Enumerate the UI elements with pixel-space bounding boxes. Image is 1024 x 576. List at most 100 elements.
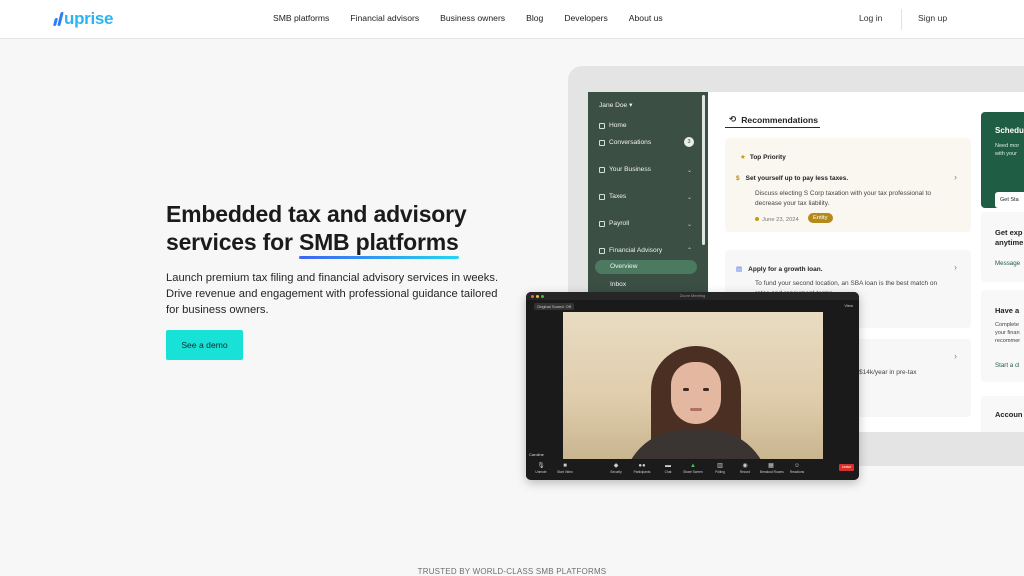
get-started-button: Get Sta (995, 192, 1024, 208)
login-link[interactable]: Log in (859, 13, 882, 23)
sidebar-item-label: Home (609, 122, 627, 129)
control-label: Unmute (535, 470, 547, 474)
user-menu: Jane Doe ▾ (599, 101, 632, 109)
hero-title-line2: services for SMB platforms (166, 228, 546, 259)
expert-link: Message (995, 260, 1021, 267)
hero-title-prefix: services for (166, 229, 299, 255)
chevron-right-icon: › (954, 172, 957, 182)
start-video-control: ■ Start Video (554, 462, 576, 475)
expert-title: Get exp anytime (995, 228, 1023, 248)
sidebar-scrollbar (702, 95, 705, 245)
camera-icon: ■ (563, 463, 567, 469)
sidebar-item-label: Payroll (609, 220, 630, 227)
participants-icon: ●● (638, 463, 646, 469)
control-label: Reactions (789, 470, 805, 474)
hero-title-highlight: SMB platforms (298, 229, 459, 259)
sidebar-item-label: Financial Advisory (609, 247, 663, 254)
original-sound-tag: Original Sound: Off (534, 303, 574, 310)
recommendation-card-taxes: ★ Top Priority $ Set yourself up to pay le… (725, 138, 971, 232)
breakout-rooms-control: ▦ Breakout Rooms (760, 462, 784, 475)
chevron-down-icon: ⌄ (686, 222, 692, 228)
shield-icon: ◆ (613, 463, 619, 469)
unmute-control: 🎙 Unmute (530, 462, 552, 475)
leave-button: Leave (839, 464, 854, 471)
trusted-by-heading: TRUSTED BY WORLD-CLASS SMB PLATFORMS (417, 567, 607, 576)
recommendations-heading: ⟲ Recommendations (729, 114, 818, 125)
chevron-down-icon: ⌄ (686, 195, 692, 201)
see-demo-button[interactable]: See a demo (166, 330, 243, 360)
video-feed (563, 312, 823, 459)
video-call-window: Zoom Meeting Original Sound: Off View Ca… (526, 292, 859, 480)
person-face (671, 362, 721, 424)
control-label: Start Video (557, 470, 573, 474)
nav-smb-platforms[interactable]: SMB platforms (273, 13, 329, 23)
chat-control: ▬ Chat (657, 462, 679, 475)
reactions-control: ☺ Reactions (786, 462, 808, 475)
nav-about-us[interactable]: About us (629, 13, 663, 23)
date-dot-icon (755, 217, 759, 221)
conversations-badge: 3 (684, 137, 694, 147)
video-controls: 🎙 Unmute ■ Start Video ◆ Security ●● Partici… (526, 460, 859, 480)
question-card: Have a Complete your finan recommer Start … (981, 290, 1024, 382)
reactions-icon: ☺ (793, 463, 801, 469)
card-heading: $ Set yourself up to pay less taxes. (736, 175, 848, 182)
account-title: Accoun (995, 410, 1023, 419)
hero-title-line1: Embedded tax and advisory (166, 201, 467, 227)
sidebar-item-label: Conversations (609, 139, 652, 146)
uprise-logo[interactable]: uprise (53, 9, 114, 28)
site-header: uprise SMB platforms Financial advisors … (0, 0, 1024, 39)
participant-name: Caroline (529, 452, 544, 457)
signup-link[interactable]: Sign up (918, 13, 947, 23)
view-toggle: View (844, 303, 853, 308)
card-heading-text: Set yourself up to pay less taxes. (745, 175, 849, 182)
person-body (623, 430, 769, 459)
schedule-sub-line1: Need mor (995, 143, 1020, 149)
sidebar-item-taxes: Taxes (599, 193, 626, 200)
question-link: Start a cl (995, 362, 1020, 369)
store-icon (599, 166, 605, 173)
card-heading: ▤ Apply for a growth loan. (736, 265, 823, 273)
bank-icon (599, 193, 605, 200)
hero-title: Embedded tax and advisory services for S… (166, 200, 546, 259)
money-bag-icon: $ (736, 175, 740, 182)
chevron-down-icon: ⌄ (686, 168, 692, 174)
logo-mark-icon (53, 12, 64, 26)
sidebar-item-payroll: Payroll (599, 220, 629, 227)
expert-title-line1: Get exp (995, 228, 1023, 237)
question-subtitle: Complete your finan recommer (995, 321, 1020, 345)
recommendations-icon: ⟲ (729, 114, 737, 124)
nav-blog[interactable]: Blog (526, 13, 543, 23)
person-eye (683, 388, 689, 391)
control-label: Security (610, 470, 622, 474)
video-titlebar: Zoom Meeting (526, 292, 859, 300)
card-body: $14k/year in pre-tax (859, 369, 917, 376)
card-heading-text: Apply for a growth loan. (748, 266, 823, 273)
top-priority-label: ★ Top Priority (740, 153, 786, 161)
mail-icon (599, 139, 605, 146)
hero-description: Launch premium tax filing and financial … (166, 272, 499, 316)
control-label: Share Screen (683, 470, 703, 474)
expert-card: Get exp anytime Message (981, 212, 1024, 282)
nav-financial-advisors[interactable]: Financial advisors (350, 13, 419, 23)
polling-icon: ▥ (717, 463, 723, 469)
chevron-right-icon: › (954, 351, 957, 361)
record-icon: ◉ (742, 463, 748, 469)
record-control: ◉ Record (734, 462, 756, 475)
security-control: ◆ Security (605, 462, 627, 475)
control-label: Breakout Rooms (760, 470, 784, 474)
nav-business-owners[interactable]: Business owners (440, 13, 505, 23)
control-label: Participants (633, 470, 651, 474)
schedule-card: Schedu Need mor with your Get Sta (981, 112, 1024, 208)
recommendations-underline (725, 127, 820, 128)
home-icon (599, 122, 605, 129)
microphone-icon: 🎙 (537, 463, 545, 469)
document-icon: ▤ (736, 266, 743, 273)
breakout-rooms-icon: ▦ (768, 463, 774, 469)
polling-control: ▥ Polling (709, 462, 731, 475)
nav-developers[interactable]: Developers (564, 13, 607, 23)
chevron-right-icon: › (954, 262, 957, 272)
question-sub-line1: Complete (995, 322, 1019, 328)
star-icon: ★ (740, 154, 746, 161)
card-date: June 23, 2024 (755, 215, 799, 225)
chat-icon: ▬ (665, 463, 671, 469)
